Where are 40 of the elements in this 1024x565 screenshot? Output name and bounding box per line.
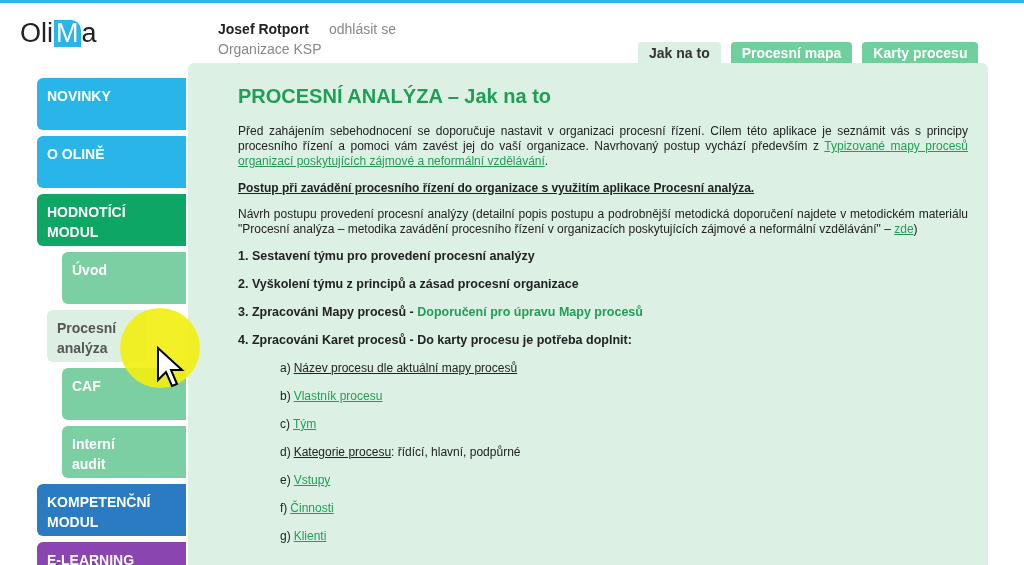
step-link[interactable]: Doporučení pro úpravu Mapy procesů [417, 305, 643, 319]
sidebar-item[interactable]: Úvod [62, 252, 186, 304]
field-link[interactable]: Vstupy [293, 473, 331, 488]
text-link[interactable]: organizací poskytujících zájmové a neformální vzdělávání [238, 154, 545, 168]
list-letter: e) [280, 473, 291, 488]
sidebar-item[interactable]: O OLINĚ [37, 136, 186, 188]
step-text: 4. Zpracováni Karet procesů - Do karty procesu je potřeba doplnit: [238, 333, 633, 348]
field-description: : řídící, hlavní, podpůrné [391, 445, 521, 460]
list-letter: g) [280, 529, 291, 544]
olima-logo[interactable]: Oli Ma [0, 3, 218, 63]
field-link[interactable]: Činnosti [290, 501, 334, 516]
step-text: 1. Sestavení týmu pro provedení procesní analýzy [238, 249, 536, 264]
logout-link[interactable]: odhlásit se [329, 21, 396, 37]
sidebar-item[interactable]: Interní audit [62, 426, 186, 478]
field-link[interactable]: Klienti [293, 529, 327, 544]
tab[interactable]: Procesní mapa [730, 42, 853, 63]
list-letter: a) [280, 361, 291, 376]
field-link[interactable]: Tým [293, 417, 317, 432]
text-link[interactable]: Typizované mapy procesů [824, 139, 968, 153]
user-name: Josef Rotport [218, 21, 309, 37]
tab[interactable]: Jak na to [638, 42, 721, 63]
section-heading: Postup při zavádění procesního řízení do organizace s využitím aplikace Procesní analýza. [238, 181, 756, 195]
sidebar-item[interactable]: E-LEARNING [37, 542, 186, 565]
sidebar-item[interactable]: KOMPETENČNÍ MODUL [37, 484, 186, 536]
field-link[interactable]: Název procesu dle aktuální mapy procesů [293, 361, 518, 376]
list-letter: c) [280, 417, 290, 432]
text-link[interactable]: zde [894, 222, 914, 236]
page-title: PROCESNÍ ANALÝZA – Jak na to [238, 85, 553, 108]
tab[interactable]: Karty procesu [862, 42, 979, 63]
description-paragraph: Návrh postupu provedení procesní analýzy (detailní popis postupu a podrobnější metodická doporučení najdete v metodickém materiálu "Procesní analýza – metodika zavádění procesního řízení v organizacích poskytujících zájmové a neformální vzdělávání" – zde) [238, 207, 968, 237]
list-letter: d) [280, 445, 291, 460]
sidebar-item[interactable]: NOVINKY [37, 78, 186, 130]
step-text: 3. Zpracováni Mapy procesů - [238, 305, 415, 319]
list-letter: b) [280, 389, 291, 404]
sidebar-item[interactable]: HODNOTÍCÍ MODUL [37, 194, 186, 246]
intro-paragraph: Před zahájením sebehodnocení se doporučuje nastavit v organizaci procesní řízení. Cílem této aplikace je seznámit vás s principy procesního řízení a pomoci vám zavést jej do vaší organizace. Navrhovaný postup vychází především z Typizované mapy procesů organizací poskytujících zájmové a neformální vzdělávání. [238, 124, 968, 169]
field-link[interactable]: Vlastník procesu [293, 389, 383, 404]
organization-name: Organizace KSP [218, 41, 323, 57]
list-letter: f) [280, 501, 288, 516]
step-text: 2. Vyškolení týmu z principů a zásad procesní organizace [238, 277, 580, 292]
